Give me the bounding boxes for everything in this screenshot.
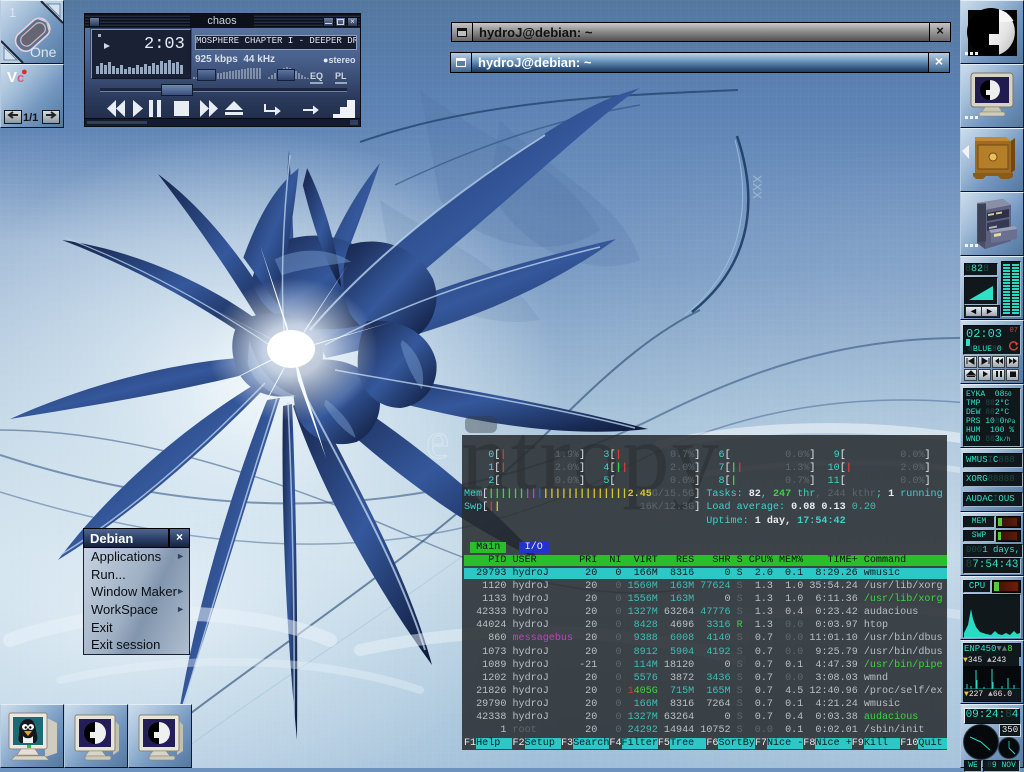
svg-text:1: 1	[9, 5, 16, 20]
svg-text:One: One	[30, 44, 57, 60]
svg-text:xxx: xxx	[749, 175, 766, 199]
svg-text:e: e	[426, 413, 449, 470]
